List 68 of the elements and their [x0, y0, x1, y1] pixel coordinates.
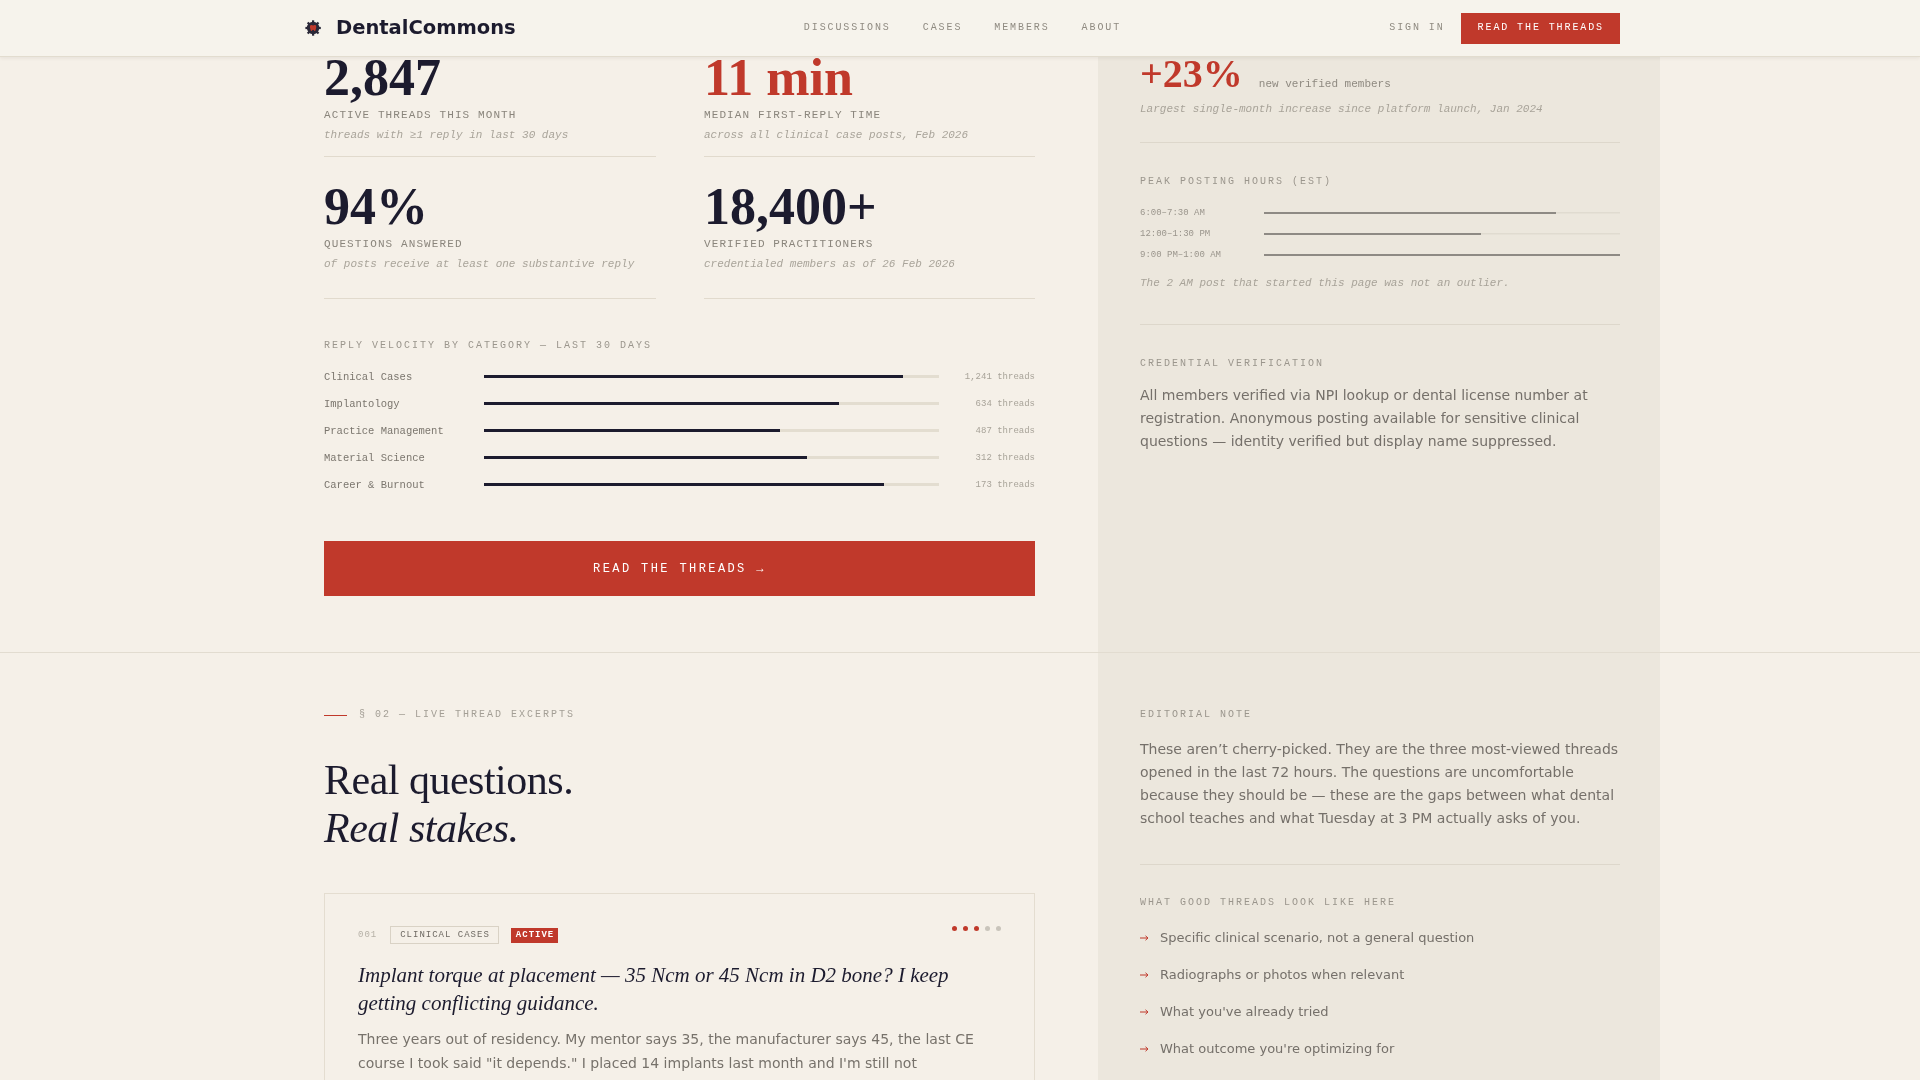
category-tag: CLINICAL CASES [390, 926, 499, 944]
guideline-item: What outcome you're optimizing for [1160, 1040, 1395, 1058]
stat-note: threads with ≥1 reply in last 30 days [324, 128, 570, 142]
thread-count: 312 threads [974, 451, 1035, 465]
section-heading: Real stakes. [324, 804, 520, 852]
thread-count: 634 threads [974, 397, 1035, 411]
stat-note: across all clinical case posts, Feb 2026 [704, 128, 970, 142]
stat-value: 11 min [704, 58, 854, 108]
rating-dot-icon [996, 926, 1001, 931]
stat-note: of posts receive at least one substantive reply [324, 257, 636, 271]
stat-label: ACTIVE THREADS THIS MONTH [324, 108, 518, 122]
category-label: Implantology [324, 396, 401, 411]
guideline-item: What you've already tried [1160, 1003, 1329, 1021]
site-logo-text[interactable]: DentalCommons [336, 16, 516, 40]
nav-link[interactable]: DISCUSSIONS [803, 21, 891, 35]
hours-label: 6:00–7:30 AM [1140, 206, 1206, 220]
rating-dot-icon [974, 926, 979, 931]
accent-line [324, 714, 347, 716]
sign-in-link[interactable]: SIGN IN [1389, 21, 1445, 35]
gear-tooth-icon [305, 20, 321, 36]
thread-count: 487 threads [974, 424, 1035, 438]
growth-caption: new verified members [1258, 77, 1391, 91]
hours-label: 9:00 PM–1:00 AM [1140, 248, 1222, 262]
stat-label: QUESTIONS ANSWERED [324, 237, 464, 251]
arrow-icon [1140, 934, 1149, 941]
growth-value: +23% [1140, 58, 1243, 90]
arrow-icon [1140, 1045, 1149, 1052]
growth-note: Largest single-month increase since platform launch, Jan 2024 [1140, 102, 1544, 116]
guideline-item: Radiographs or photos when relevant [1160, 966, 1405, 984]
read-threads-button[interactable]: READ THE THREADS → [324, 541, 1035, 596]
stat-note: credentialed members as of 26 Feb 2026 [704, 257, 956, 271]
arrow-icon [1140, 971, 1149, 978]
nav-link[interactable]: MEMBERS [994, 21, 1050, 35]
rating-dot-icon [952, 926, 957, 931]
stat-label: MEDIAN FIRST-REPLY TIME [704, 108, 883, 122]
section-label: WHAT GOOD THREADS LOOK LIKE HERE [1140, 896, 1398, 910]
stat-value: 2,847 [324, 58, 442, 108]
read-threads-button[interactable]: READ THE THREADS [1460, 12, 1620, 44]
stat-label: VERIFIED PRACTITIONERS [704, 237, 875, 251]
thread-number: 001 [358, 929, 378, 941]
category-label: Material Science [324, 450, 426, 465]
arrow-icon [1140, 1008, 1149, 1015]
stat-value: 94% [324, 187, 429, 237]
status-badge: ACTIVE [510, 927, 559, 943]
editorial-text: These aren’t cherry-picked. They are the three most-viewed threads opened in the last 72 hours. The questions are uncomfortable because they should be — these are the gaps between what dental school teaches and what Tuesday at 3 PM actually asks of you. [1140, 740, 1620, 828]
section-label: REPLY VELOCITY BY CATEGORY — LAST 30 DAYS [324, 339, 654, 353]
stat-value: 18,400+ [704, 187, 878, 237]
thread-card[interactable] [324, 893, 1035, 1080]
thread-count: 1,241 threads [963, 370, 1035, 384]
category-label: Career & Burnout [324, 477, 426, 492]
section-label: EDITORIAL NOTE [1140, 708, 1253, 722]
nav-link[interactable]: ABOUT [1081, 21, 1122, 35]
hours-note: The 2 AM post that started this page was not an outlier. [1140, 276, 1511, 290]
category-label: Practice Management [324, 423, 445, 438]
thread-count: 173 threads [974, 478, 1035, 492]
section-eyebrow: § 02 — LIVE THREAD EXCERPTS [359, 708, 576, 722]
section-heading: Real questions. [324, 756, 575, 804]
thread-title[interactable]: Implant torque at placement — 35 Ncm or 45 Ncm in D2 bone? I keep getting conflicting guidance. [358, 961, 1001, 1017]
hours-label: 12:00–1:30 PM [1140, 227, 1212, 241]
rating-dot-icon [985, 926, 990, 931]
section-label: CREDENTIAL VERIFICATION [1140, 357, 1326, 371]
rating-dot-icon [963, 926, 968, 931]
guideline-item: Specific clinical scenario, not a general question [1160, 929, 1475, 947]
section-label: PEAK POSTING HOURS (EST) [1140, 175, 1334, 189]
credential-text: All members verified via NPI lookup or dental license number at registration. Anonymous posting available for sensitive clinical questions — identity verified but display name suppressed. [1140, 386, 1589, 451]
nav-link[interactable]: CASES [922, 21, 963, 35]
thread-excerpt: Three years out of residency. My mentor says 35, the manufacturer says 45, the last CE course I took said "it depends." I placed 14 implants last month and I'm still not [358, 1030, 975, 1073]
category-label: Clinical Cases [324, 369, 414, 384]
